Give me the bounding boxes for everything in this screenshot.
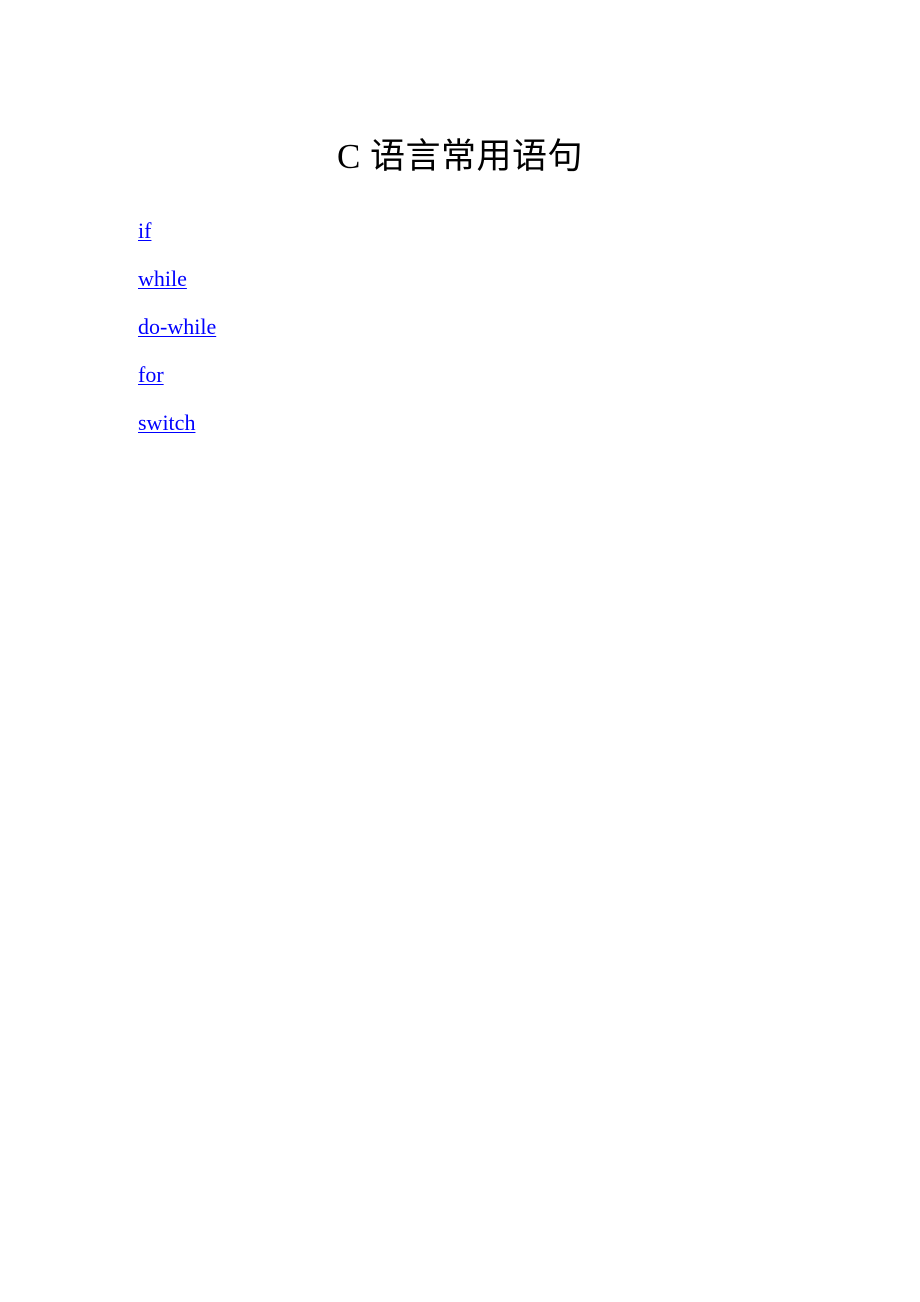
link-for[interactable]: for xyxy=(138,362,164,388)
link-switch[interactable]: switch xyxy=(138,410,195,436)
list-item: switch xyxy=(138,410,216,458)
link-while[interactable]: while xyxy=(138,266,187,292)
list-item: if xyxy=(138,218,216,266)
list-item: while xyxy=(138,266,216,314)
list-item: do-while xyxy=(138,314,216,362)
link-if[interactable]: if xyxy=(138,218,151,244)
document-page: C 语言常用语句 if while do-while for switch xyxy=(0,0,920,1302)
link-do-while[interactable]: do-while xyxy=(138,314,216,340)
statement-link-list: if while do-while for switch xyxy=(138,218,216,458)
page-title: C 语言常用语句 xyxy=(336,137,584,177)
list-item: for xyxy=(138,362,216,410)
